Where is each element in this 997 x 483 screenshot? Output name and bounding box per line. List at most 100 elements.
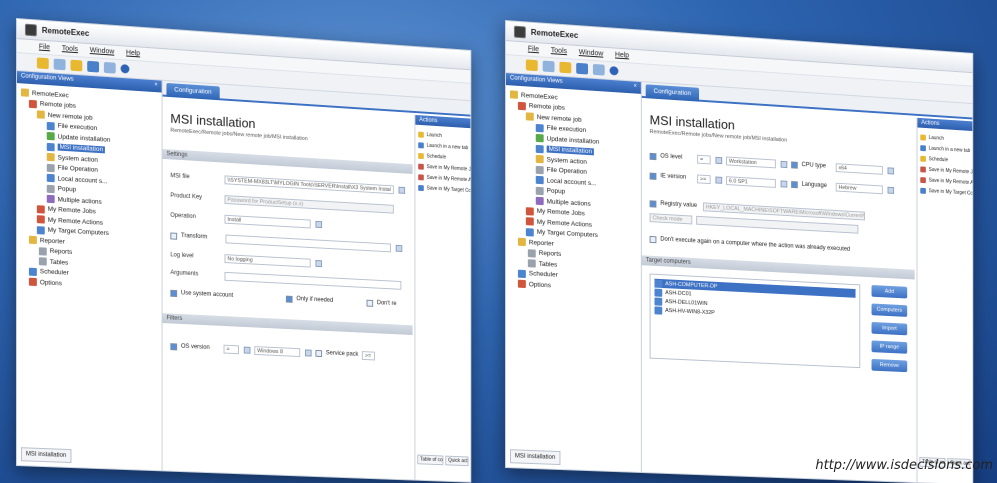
chevron-down-icon[interactable] [780,160,788,168]
os-version-label: OS version [181,343,210,351]
ie-version-operator[interactable]: >= [697,173,711,184]
browse-icon[interactable] [395,244,403,252]
cpu-type-checkbox[interactable] [791,160,798,169]
os-operator-select[interactable]: = [223,344,239,354]
tree-item-label: Scheduler [39,268,69,277]
print-icon[interactable] [103,61,116,74]
chevron-down-icon[interactable] [780,179,788,188]
actions-icon [525,217,534,226]
options-icon [28,277,37,287]
tables-icon [38,257,47,266]
os-version-checkbox[interactable] [170,342,178,350]
status-tab[interactable]: MSI installation [509,449,561,466]
copy-icon[interactable] [53,58,66,71]
service-pack-checkbox[interactable] [315,349,323,357]
computers-icon [36,225,45,235]
menu-tools[interactable]: Tools [62,45,78,53]
remove-button[interactable]: Remove [871,358,908,373]
os-level-operator[interactable]: = [697,154,711,164]
browse-icon[interactable] [398,186,406,194]
chevron-down-icon[interactable] [304,348,312,357]
add-button[interactable]: Add [871,285,908,299]
print-icon[interactable] [592,63,605,76]
chevron-down-icon[interactable] [315,220,323,228]
tree-item-label: Options [528,280,551,290]
action-label: Save in My Target Computers [426,184,471,195]
status-tab[interactable]: MSI installation [20,447,72,464]
ie-version-checkbox[interactable] [649,172,657,180]
tree-item-label: Multiple actions [546,198,591,208]
copy-icon[interactable] [542,60,555,73]
registry-mode-select[interactable]: Check mode [649,212,693,224]
use-system-account-checkbox[interactable] [170,289,178,297]
transform-label: Transform [181,233,208,241]
menu-tools[interactable]: Tools [551,47,567,55]
jobs-icon [36,204,45,214]
open-folder-icon[interactable] [559,61,572,74]
cpu-type-label: CPU type [801,162,826,170]
save-icon[interactable] [576,62,589,75]
chevron-down-icon[interactable] [715,156,723,164]
tree-item-label: Remote jobs [39,100,76,111]
close-icon[interactable]: × [154,82,157,90]
os-level-checkbox[interactable] [649,152,657,160]
dont-reboot-checkbox[interactable] [366,299,374,307]
new-icon[interactable] [525,59,538,72]
jobs-icon [525,206,534,216]
tree-item-label: RemoteExec [520,91,558,102]
user-icon [535,176,544,185]
computers-button[interactable]: Computers [871,303,908,317]
menu-window[interactable]: Window [579,49,603,58]
computer-icon [654,296,663,306]
chevron-down-icon[interactable] [715,176,723,184]
tables-icon [527,259,536,268]
help-icon[interactable] [120,64,130,74]
dont-execute-again-checkbox[interactable] [649,235,657,243]
action-save-target-computers[interactable]: Save in My Target Computers [415,182,470,196]
tree-item-label: Tables [49,258,69,267]
target-buttons: Add Computers Import IP range Remove [871,285,908,379]
action-save-target-computers[interactable]: Save in My Target Computers [917,185,972,199]
chevron-down-icon[interactable] [243,346,251,354]
app-title: RemoteExec [41,25,90,39]
action-label: Schedule [426,152,447,161]
chevron-down-icon[interactable] [887,186,895,194]
language-checkbox[interactable] [791,180,798,188]
save-icon[interactable] [87,60,100,73]
tab-quick-actions[interactable]: Quick actions [445,455,469,467]
computer-icon [654,305,663,315]
folder-icon [20,88,29,98]
menu-file[interactable]: File [528,46,539,54]
tree-item-label: Reporter [39,237,65,246]
os-version-select[interactable]: Windows 8 [254,345,301,357]
registry-checkbox[interactable] [649,199,657,208]
target-computers-list[interactable]: ASH-COMPUTER-DP ASH-DC01 ASH-DELL01WIN A… [649,273,861,369]
new-icon[interactable] [36,57,49,70]
os-level-select[interactable]: Workstation [726,156,776,168]
cpu-type-select[interactable]: x64 [835,162,883,175]
menu-file[interactable]: File [39,44,50,52]
tab-table-of-content[interactable]: Table of content [417,454,444,466]
tree-item-label: Reports [49,248,73,257]
menu-help[interactable]: Help [126,50,140,58]
menu-window[interactable]: Window [90,47,114,56]
app-icon [513,25,526,38]
help-icon[interactable] [609,66,619,76]
new-tab-icon [418,141,424,148]
only-if-needed-checkbox[interactable] [285,295,293,303]
ie-version-label: IE version [660,173,687,181]
service-pack-operator[interactable]: >= [362,350,376,360]
ip-range-button[interactable]: IP range [871,340,908,354]
open-folder-icon[interactable] [70,59,83,72]
tree-item-label: Options [39,278,62,288]
import-button[interactable]: Import [871,321,908,336]
jobs-icon [517,101,526,111]
action-label: Launch in a new tab [928,145,971,154]
transform-checkbox[interactable] [170,231,178,240]
chevron-down-icon[interactable] [887,166,895,175]
ie-version-select[interactable]: 6.0 SP1 [726,175,776,188]
menu-help[interactable]: Help [615,52,629,60]
language-select[interactable]: Hebrew [835,182,883,194]
close-icon[interactable]: × [634,84,637,92]
chevron-down-icon[interactable] [315,259,323,267]
